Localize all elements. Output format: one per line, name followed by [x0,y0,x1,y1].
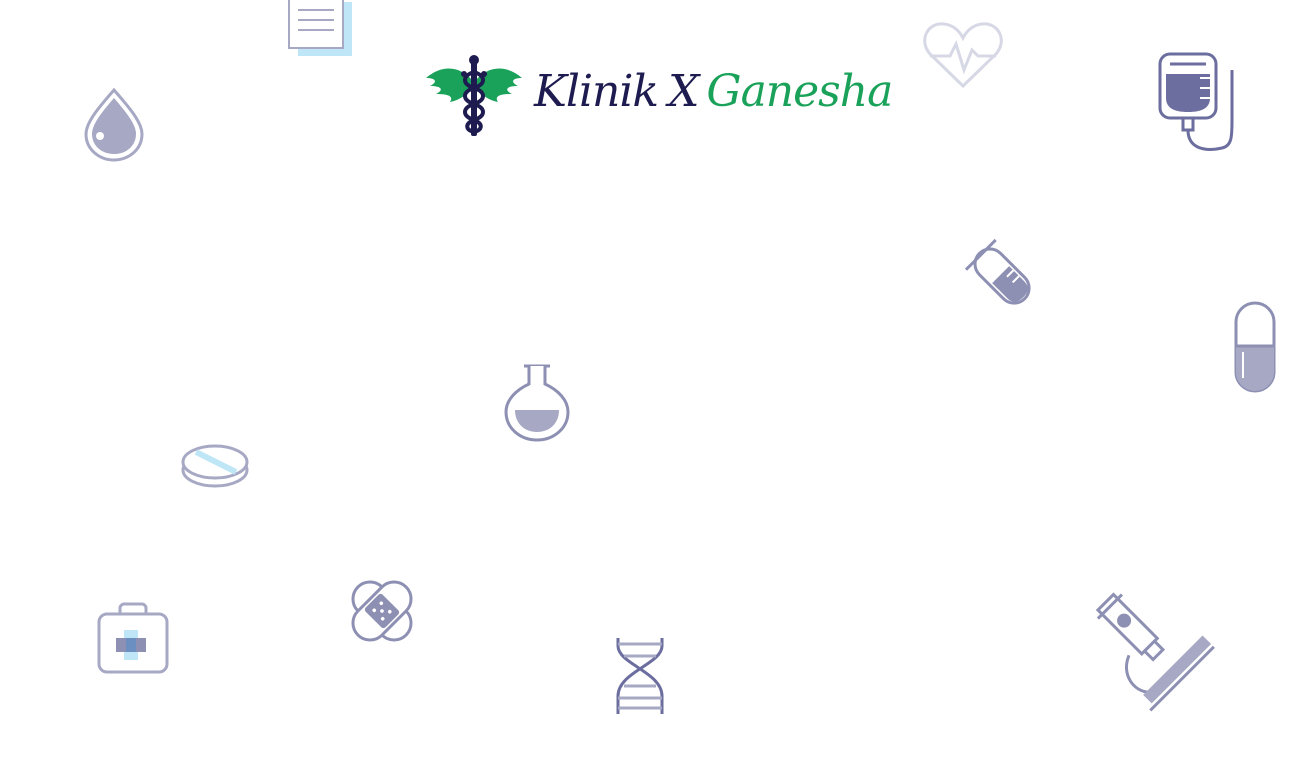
iv-bag-icon [1156,50,1238,154]
first-aid-kit-icon [96,602,170,676]
brand-word-ganesha: Ganesha [706,66,893,117]
flask-icon [502,362,572,444]
pill-tablet-icon [180,442,250,490]
capsule-icon [1232,300,1278,394]
brand-name: Klinik X Ganesha [534,66,893,118]
dna-icon [612,634,668,718]
heartbeat-icon [922,20,1004,90]
brand-word-x: X [668,66,699,117]
droplet-icon [84,87,144,162]
test-tube-icon [964,238,1050,324]
clipboard-icon [286,0,356,58]
brand-logo: Klinik X Ganesha [424,52,893,138]
caduceus-icon [424,52,524,138]
brand-word-klinik: Klinik [534,66,659,117]
splash-screen: Klinik X Ganesha [0,0,1300,762]
bandage-icon [344,574,420,648]
microscope-icon [1084,584,1215,712]
